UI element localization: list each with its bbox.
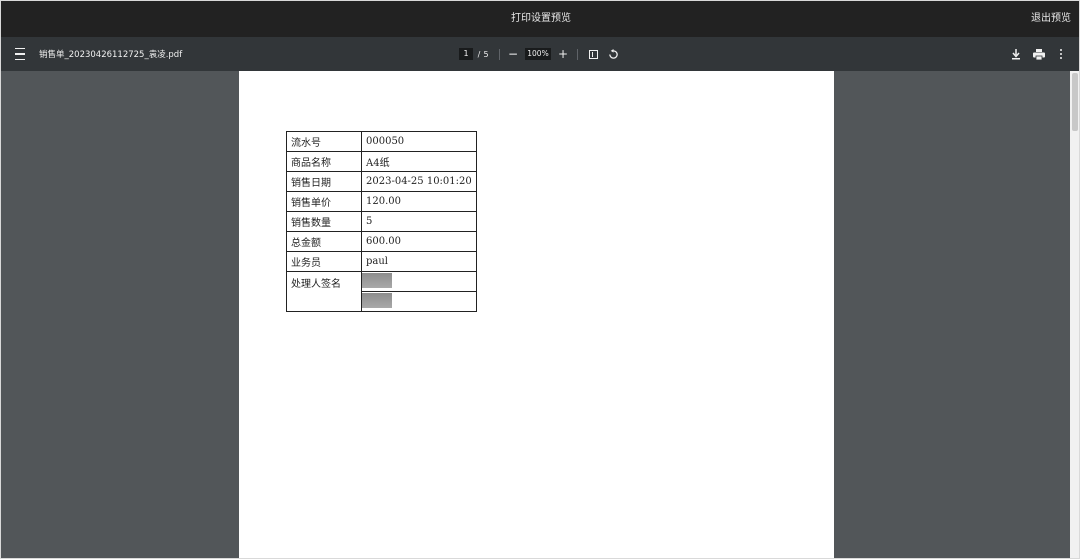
sales-record-table: 流水号 000050 商品名称 A4纸 销售日期 2023-04-25 10:01:20 销…: [286, 131, 477, 312]
signature-cell: [361, 271, 477, 292]
total-pages: 5: [483, 49, 489, 59]
toolbar-divider: [499, 49, 500, 60]
scrollbar-thumb[interactable]: [1072, 73, 1078, 131]
zoom-level-input[interactable]: 100%: [525, 37, 551, 71]
title-bar: 打印设置预览 退出预览: [1, 1, 1079, 37]
field-label: 业务员: [286, 251, 362, 272]
table-row: 商品名称 A4纸: [286, 151, 477, 172]
field-label: 销售日期: [286, 171, 362, 192]
zoom-in-icon[interactable]: +: [556, 37, 570, 71]
field-value: paul: [361, 251, 477, 272]
rotate-icon[interactable]: [606, 37, 620, 71]
table-row: 业务员 paul: [286, 251, 477, 272]
menu-icon[interactable]: [11, 37, 29, 71]
page-number-input[interactable]: 1: [459, 37, 473, 71]
vertical-scrollbar[interactable]: [1070, 71, 1079, 558]
download-icon[interactable]: [1009, 37, 1023, 71]
field-label: 流水号: [286, 131, 362, 152]
zoom-out-icon[interactable]: −: [506, 37, 520, 71]
current-page: 1: [459, 48, 473, 60]
more-options-icon[interactable]: [1055, 37, 1067, 71]
exit-preview-button[interactable]: 退出预览: [1031, 1, 1071, 37]
signature-image: [362, 292, 392, 308]
pdf-page: 流水号 000050 商品名称 A4纸 销售日期 2023-04-25 10:01:20 销…: [239, 71, 834, 558]
field-value: 5: [361, 211, 477, 232]
field-value: 000050: [361, 131, 477, 152]
field-value: 2023-04-25 10:01:20: [361, 171, 477, 192]
signature-cell: [361, 291, 477, 312]
print-icon[interactable]: [1031, 37, 1047, 71]
table-row: 销售数量 5: [286, 211, 477, 232]
field-value: A4纸: [361, 151, 477, 172]
window-title: 打印设置预览: [511, 13, 571, 24]
signature-label: 处理人签名: [286, 271, 362, 312]
pdf-toolbar: 销售单_20230426112725_袁凌.pdf 1 / 5 − 100% +: [1, 37, 1079, 71]
file-name: 销售单_20230426112725_袁凌.pdf: [39, 50, 183, 60]
field-value: 120.00: [361, 191, 477, 212]
table-row: 总金额 600.00: [286, 231, 477, 252]
toolbar-divider: [577, 49, 578, 60]
field-label: 销售数量: [286, 211, 362, 232]
table-row: 流水号 000050: [286, 131, 477, 152]
field-label: 销售单价: [286, 191, 362, 212]
signature-image: [362, 272, 392, 288]
field-value: 600.00: [361, 231, 477, 252]
field-label: 商品名称: [286, 151, 362, 172]
field-label: 总金额: [286, 231, 362, 252]
table-row: 销售日期 2023-04-25 10:01:20: [286, 171, 477, 192]
fit-page-icon[interactable]: [586, 37, 600, 71]
table-row: 销售单价 120.00: [286, 191, 477, 212]
signature-row: 处理人签名: [286, 271, 477, 312]
zoom-level: 100%: [525, 48, 551, 60]
pdf-preview-window: 打印设置预览 退出预览 销售单_20230426112725_袁凌.pdf 1 …: [0, 0, 1080, 559]
